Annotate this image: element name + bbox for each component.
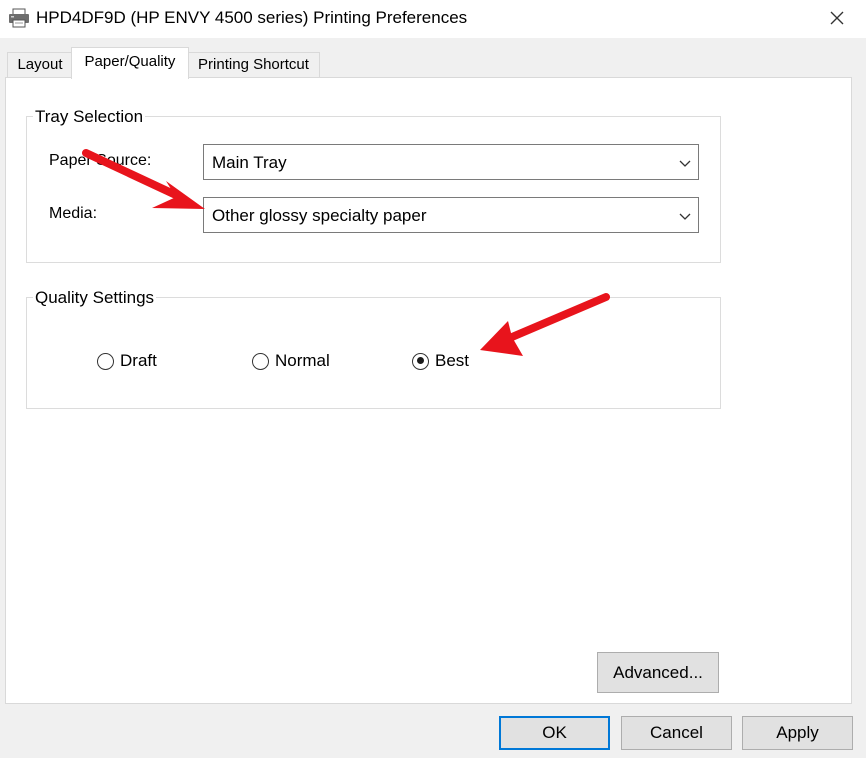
media-value: Other glossy specialty paper: [212, 206, 427, 225]
chevron-down-icon: [679, 213, 691, 220]
tray-selection-group: [26, 116, 721, 263]
window-title: HPD4DF9D (HP ENVY 4500 series) Printing …: [36, 8, 468, 27]
radio-draft-circle: [97, 352, 114, 370]
paper-source-value: Main Tray: [212, 153, 287, 172]
printer-icon: [9, 8, 29, 28]
paper-source-label: Paper Source:: [49, 152, 152, 169]
paper-source-dropdown[interactable]: Main Tray: [203, 144, 699, 180]
close-button[interactable]: [812, 0, 862, 36]
radio-normal-circle: [252, 352, 269, 370]
tab-layout[interactable]: Layout: [7, 52, 73, 77]
media-label: Media:: [49, 205, 98, 222]
quality-settings-label: Quality Settings: [33, 288, 157, 308]
radio-draft-label: Draft: [120, 351, 157, 370]
cancel-button[interactable]: Cancel: [621, 716, 732, 750]
ok-button[interactable]: OK: [499, 716, 610, 750]
radio-best-label: Best: [435, 351, 470, 370]
advanced-button[interactable]: Advanced...: [597, 652, 719, 693]
chevron-down-icon: [679, 160, 691, 167]
radio-normal[interactable]: Normal: [252, 349, 330, 373]
tray-selection-label: Tray Selection: [33, 107, 146, 127]
tab-strip: Layout Paper/Quality Printing Shortcut: [0, 38, 866, 79]
tab-paper-quality[interactable]: Paper/Quality: [71, 47, 189, 79]
apply-button[interactable]: Apply: [742, 716, 853, 750]
tab-content-panel: Tray Selection Paper Source: Main Tray M…: [5, 77, 852, 704]
media-dropdown[interactable]: Other glossy specialty paper: [203, 197, 699, 233]
radio-draft[interactable]: Draft: [97, 349, 157, 373]
radio-best[interactable]: Best: [412, 349, 469, 373]
close-icon: [830, 11, 844, 25]
tab-printing-shortcut[interactable]: Printing Shortcut: [187, 52, 320, 77]
title-bar: HPD4DF9D (HP ENVY 4500 series) Printing …: [0, 0, 866, 38]
radio-normal-label: Normal: [275, 351, 330, 370]
radio-best-circle: [412, 352, 429, 370]
